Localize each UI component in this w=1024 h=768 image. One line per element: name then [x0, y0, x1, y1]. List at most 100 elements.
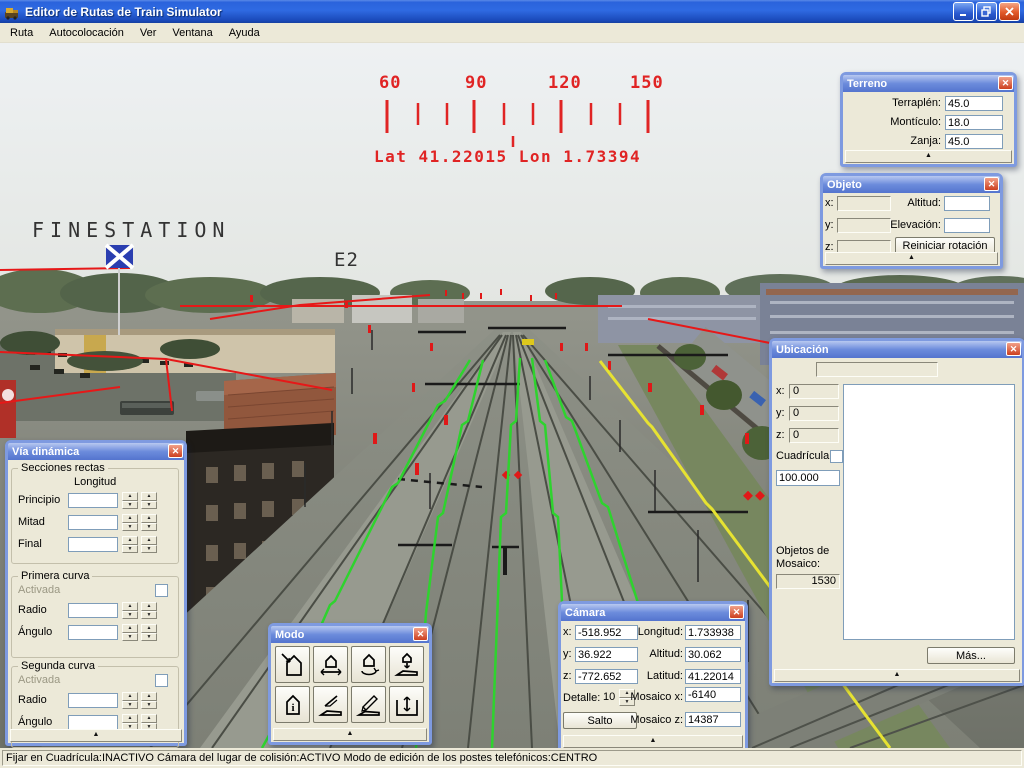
spin-up-icon[interactable]: ▲: [122, 602, 138, 611]
curve1-angle-spinner-2[interactable]: ▲▼: [141, 624, 157, 641]
spin-up-icon[interactable]: ▲: [122, 692, 138, 701]
tile-objects-list[interactable]: [843, 384, 1015, 640]
cut-terrain-mode-button[interactable]: [313, 686, 348, 723]
spin-down-icon[interactable]: ▼: [122, 611, 138, 620]
panel-ubicacion-close-icon[interactable]: ✕: [1006, 342, 1021, 356]
end-spinner-1[interactable]: ▲▼: [122, 536, 138, 553]
grid-size-input[interactable]: [776, 470, 840, 486]
panel-terreno-titlebar[interactable]: Terreno ✕: [843, 75, 1014, 92]
close-button[interactable]: [999, 2, 1020, 21]
spin-up-icon[interactable]: ▲: [141, 714, 157, 723]
panel-modo-close-icon[interactable]: ✕: [413, 627, 428, 641]
mound-input[interactable]: [945, 115, 1003, 130]
spin-down-icon[interactable]: ▼: [141, 501, 157, 510]
spin-up-icon[interactable]: ▲: [122, 624, 138, 633]
middle-length-input[interactable]: [68, 515, 118, 530]
camera-latitude-input[interactable]: [685, 669, 741, 684]
menu-ventana[interactable]: Ventana: [164, 24, 220, 42]
rotate-object-mode-button[interactable]: [351, 646, 386, 683]
spin-down-icon[interactable]: ▼: [141, 611, 157, 620]
spin-down-icon[interactable]: ▼: [122, 701, 138, 710]
altitude-input[interactable]: [944, 196, 990, 211]
spin-up-icon[interactable]: ▲: [122, 492, 138, 501]
place-object-mode-button[interactable]: [275, 646, 310, 683]
panel-terreno-collapse-button[interactable]: ▲: [845, 150, 1012, 163]
minimize-button[interactable]: [953, 2, 974, 21]
move-object-mode-button[interactable]: [313, 646, 348, 683]
curve1-radius-input[interactable]: [68, 603, 118, 618]
middle-spinner-2[interactable]: ▲▼: [141, 514, 157, 531]
spin-down-icon[interactable]: ▼: [141, 523, 157, 532]
end-length-input[interactable]: [68, 537, 118, 552]
spin-up-icon[interactable]: ▲: [122, 714, 138, 723]
start-spinner-2[interactable]: ▲▼: [141, 492, 157, 509]
tile-x-input[interactable]: [685, 687, 741, 702]
restore-button[interactable]: [976, 2, 997, 21]
panel-ubicacion-collapse-button[interactable]: ▲: [774, 669, 1020, 682]
curve2-radius-spinner-1[interactable]: ▲▼: [122, 692, 138, 709]
embankment-input[interactable]: [945, 96, 1003, 111]
draw-terrain-mode-button[interactable]: [351, 686, 386, 723]
camera-altitude-input[interactable]: [685, 647, 741, 662]
curve1-enabled-checkbox[interactable]: [155, 584, 168, 597]
spin-down-icon[interactable]: ▼: [141, 633, 157, 642]
more-button[interactable]: Más...: [927, 647, 1015, 664]
spin-up-icon[interactable]: ▲: [122, 536, 138, 545]
drop-object-to-ground-mode-button[interactable]: [389, 646, 424, 683]
spin-down-icon[interactable]: ▼: [141, 701, 157, 710]
panel-modo-titlebar[interactable]: Modo ✕: [271, 626, 429, 643]
curve1-radius-spinner-1[interactable]: ▲▼: [122, 602, 138, 619]
tile-z-input[interactable]: [685, 712, 741, 727]
spin-down-icon[interactable]: ▼: [141, 545, 157, 554]
end-spinner-2[interactable]: ▲▼: [141, 536, 157, 553]
spin-up-icon[interactable]: ▲: [141, 602, 157, 611]
panel-via-close-icon[interactable]: ✕: [168, 444, 183, 458]
raise-lower-terrain-mode-button[interactable]: [389, 686, 424, 723]
camera-longitude-input[interactable]: [685, 625, 741, 640]
curve1-radius-spinner-2[interactable]: ▲▼: [141, 602, 157, 619]
spin-up-icon[interactable]: ▲: [141, 624, 157, 633]
menu-autocolocacion[interactable]: Autocolocación: [41, 24, 132, 42]
panel-via-collapse-button[interactable]: ▲: [10, 729, 182, 742]
panel-terreno-close-icon[interactable]: ✕: [998, 76, 1013, 90]
elevation-input[interactable]: [944, 218, 990, 233]
curve2-angle-input[interactable]: [68, 715, 118, 730]
object-info-mode-button[interactable]: i: [275, 686, 310, 723]
curve1-angle-input[interactable]: [68, 625, 118, 640]
start-length-input[interactable]: [68, 493, 118, 508]
spin-up-icon[interactable]: ▲: [141, 514, 157, 523]
spin-down-icon[interactable]: ▼: [122, 633, 138, 642]
menu-ruta[interactable]: Ruta: [2, 24, 41, 42]
panel-via-titlebar[interactable]: Vía dinámica ✕: [8, 443, 184, 460]
panel-objeto-titlebar[interactable]: Objeto ✕: [823, 176, 1000, 193]
spin-down-icon[interactable]: ▼: [122, 545, 138, 554]
middle-spinner-1[interactable]: ▲▼: [122, 514, 138, 531]
grid-snap-checkbox[interactable]: [830, 450, 843, 463]
panel-objeto-collapse-button[interactable]: ▲: [825, 252, 998, 265]
menu-ayuda[interactable]: Ayuda: [221, 24, 268, 42]
panel-modo-collapse-button[interactable]: ▲: [273, 728, 427, 741]
compass-label-60: 60: [379, 73, 401, 93]
spin-down-icon[interactable]: ▼: [122, 523, 138, 532]
ditch-label: Zanja:: [847, 134, 941, 149]
menu-ver[interactable]: Ver: [132, 24, 165, 42]
panel-camara-collapse-button[interactable]: ▲: [563, 735, 743, 748]
camera-y-label: y:: [563, 647, 572, 662]
spin-down-icon[interactable]: ▼: [122, 501, 138, 510]
spin-up-icon[interactable]: ▲: [141, 692, 157, 701]
ditch-input[interactable]: [945, 134, 1003, 149]
curve2-enabled-checkbox[interactable]: [155, 674, 168, 687]
panel-objeto-close-icon[interactable]: ✕: [984, 177, 999, 191]
spin-up-icon[interactable]: ▲: [141, 536, 157, 545]
start-spinner-1[interactable]: ▲▼: [122, 492, 138, 509]
spin-up-icon[interactable]: ▲: [122, 514, 138, 523]
panel-ubicacion-titlebar[interactable]: Ubicación ✕: [772, 341, 1022, 358]
curve1-angle-spinner-1[interactable]: ▲▼: [122, 624, 138, 641]
curve2-radius-input[interactable]: [68, 693, 118, 708]
panel-camara-close-icon[interactable]: ✕: [729, 605, 744, 619]
panel-camara-titlebar[interactable]: Cámara ✕: [561, 604, 745, 621]
curve2-radius-spinner-2[interactable]: ▲▼: [141, 692, 157, 709]
spin-up-icon[interactable]: ▲: [141, 492, 157, 501]
camera-z-label: z:: [563, 669, 572, 684]
title-bar[interactable]: Editor de Rutas de Train Simulator: [0, 0, 1024, 23]
